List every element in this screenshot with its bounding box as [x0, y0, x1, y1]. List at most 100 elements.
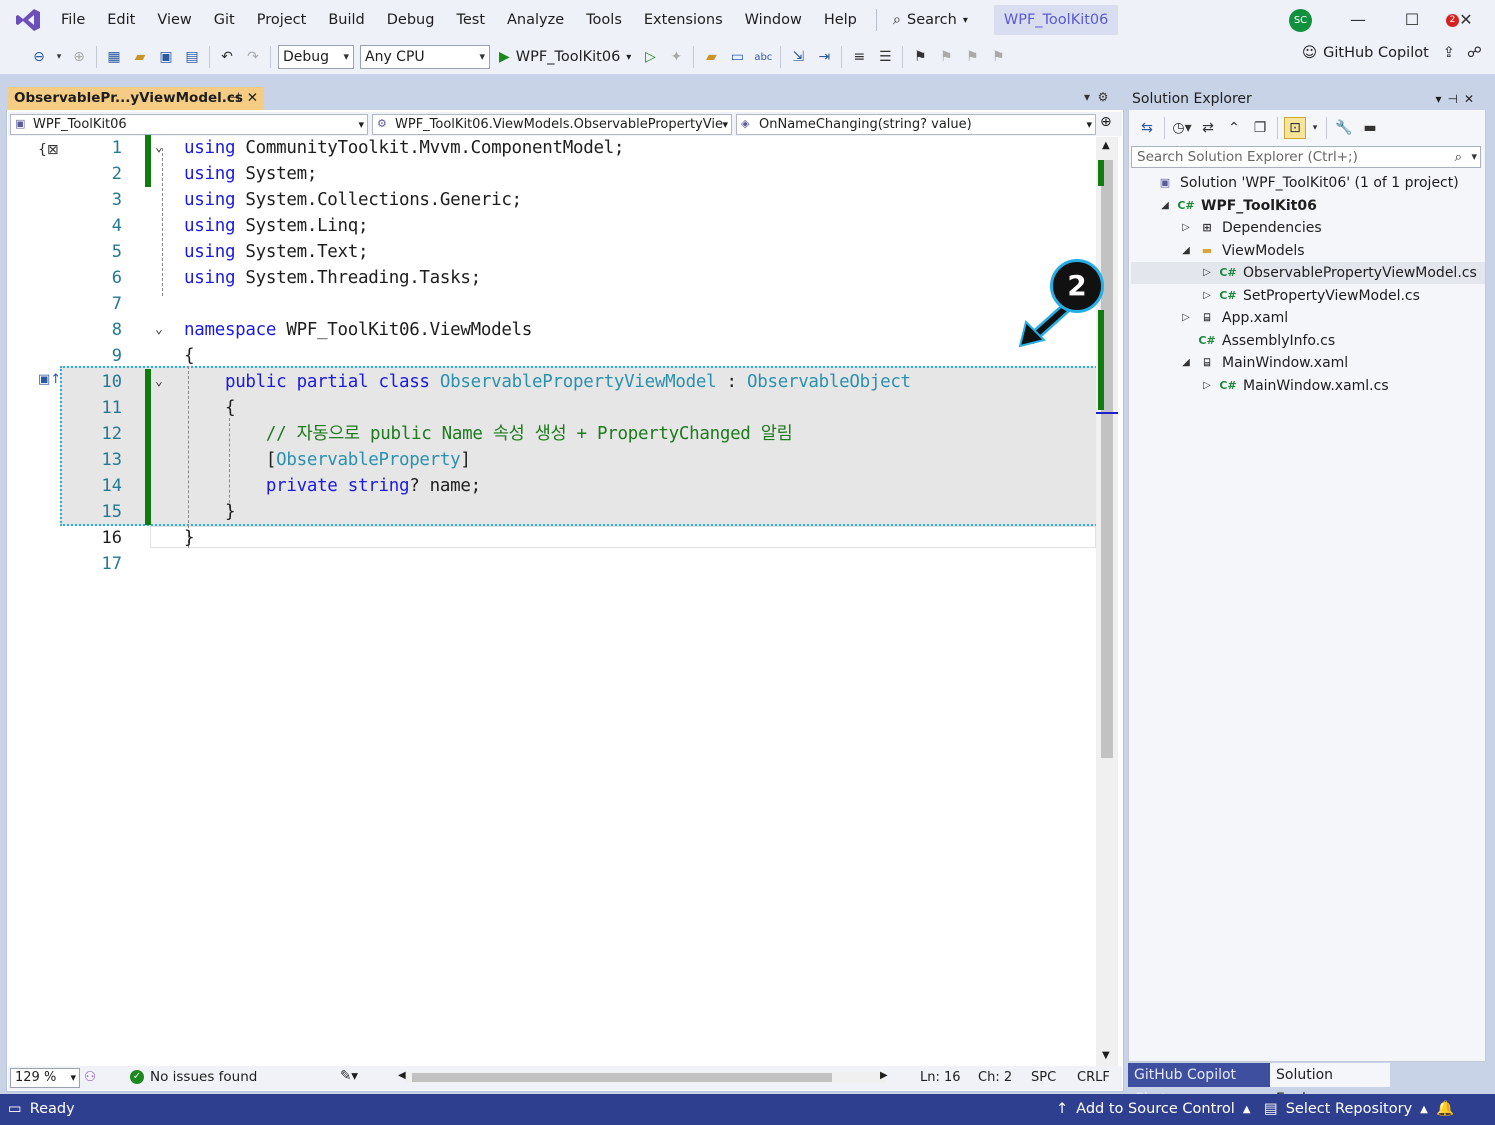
undo-icon[interactable]: ↶ [216, 46, 238, 68]
sync-icon[interactable]: ⇄ [1197, 117, 1219, 139]
prev-bookmark-icon[interactable]: ⚑ [935, 46, 957, 68]
code-line[interactable]: 7 [8, 291, 1098, 317]
menu-build[interactable]: Build [317, 0, 375, 40]
code-line[interactable]: 9{ [8, 343, 1098, 369]
expand-icon[interactable]: ▷ [1201, 375, 1213, 397]
solution-name-badge[interactable]: WPF_ToolKit06 [993, 5, 1119, 35]
code-line[interactable]: 2 using System; [8, 161, 1098, 187]
layout-icon[interactable]: ▭ [726, 46, 748, 68]
clear-bookmarks-icon[interactable]: ⚑ [987, 46, 1009, 68]
code-line[interactable]: 1 ⌄ using CommunityToolkit.Mvvm.ComponentM… [8, 135, 1098, 161]
menu-project[interactable]: Project [246, 0, 318, 40]
start-without-debugging-icon[interactable]: ▷ [639, 46, 661, 68]
code-line[interactable]: 5 using System.Text; [8, 239, 1098, 265]
tree-item[interactable]: ◢ C# WPF_ToolKit06 [1159, 195, 1317, 217]
maximize-button[interactable]: ☐ [1400, 8, 1424, 32]
collapse-all-icon[interactable]: ⌃ [1223, 117, 1245, 139]
column-indicator[interactable]: Ch: 2 [978, 1070, 1012, 1085]
close-icon[interactable]: ✕ [247, 87, 258, 110]
select-repository-button[interactable]: ▤ Select Repository ▲ [1264, 1094, 1428, 1125]
comment-lines-icon[interactable]: ≡ [848, 46, 870, 68]
feedback-icon[interactable]: ☍ [1467, 45, 1482, 61]
code-line[interactable]: 13 [ObservableProperty] [8, 447, 1098, 473]
collapse-icon[interactable]: ◢ [1180, 352, 1192, 374]
notifications-button[interactable]: 🔔 [1436, 1094, 1454, 1125]
tree-item[interactable]: ▷ C# ObservablePropertyViewModel.cs [1201, 262, 1477, 284]
hot-reload-icon[interactable]: ✦ [665, 46, 687, 68]
scroll-up-icon[interactable]: ▲ [1102, 140, 1110, 151]
tree-item[interactable]: ▣ Solution 'WPF_ToolKit06' (1 of 1 projec… [1138, 172, 1459, 194]
visual-studio-logo-icon[interactable] [14, 6, 42, 34]
open-folder-icon[interactable]: ▰ [129, 46, 151, 68]
tree-item[interactable]: ▷ ⊞ Dependencies [1180, 217, 1322, 239]
tree-item[interactable]: ◢ ▬ ViewModels [1180, 240, 1304, 262]
fold-toggle-icon[interactable]: ⌄ [155, 135, 163, 161]
chevron-down-icon[interactable]: ▾ [1471, 147, 1477, 167]
tab-github-copilot-chat[interactable]: GitHub Copilot Chat [1128, 1063, 1270, 1107]
code-line[interactable]: 6 using System.Threading.Tasks; [8, 265, 1098, 291]
menu-tools[interactable]: Tools [575, 0, 633, 40]
back-icon[interactable]: ⊖ [28, 46, 50, 68]
intellicode-icon[interactable]: ⚇ [84, 1069, 96, 1085]
forward-icon[interactable]: ⊕ [68, 46, 90, 68]
expand-icon[interactable]: ▷ [1201, 285, 1213, 307]
solution-folder-icon[interactable]: ▰ [700, 46, 722, 68]
line-number-indicator[interactable]: Ln: 16 [920, 1070, 961, 1085]
add-to-source-control-button[interactable]: ↑ Add to Source Control ▲ [1056, 1094, 1251, 1125]
tab-overflow-controls[interactable]: ▾ ⚙ [1084, 90, 1108, 104]
whitespace-indicator[interactable]: SPC [1031, 1070, 1056, 1085]
new-project-icon[interactable]: ▦ [103, 46, 125, 68]
pin-icon[interactable]: ⊣ [228, 87, 240, 110]
code-line[interactable]: 8 ⌄ namespace WPF_ToolKit06.ViewModels [8, 317, 1098, 343]
tab-observable-property-viewmodel[interactable]: ObservablePr...yViewModel.cs ⊣ ✕ [8, 87, 264, 110]
panel-controls[interactable]: ▾⊣✕ [1435, 88, 1480, 110]
menu-help[interactable]: Help [813, 0, 868, 40]
platform-dropdown[interactable]: Any CPU [360, 45, 490, 69]
menu-analyze[interactable]: Analyze [496, 0, 575, 40]
redo-icon[interactable]: ↷ [242, 46, 264, 68]
save-all-icon[interactable]: ▤ [181, 46, 203, 68]
github-copilot-button[interactable]: ☺ GitHub Copilot ⇪ ☍ [1302, 45, 1482, 61]
expand-icon[interactable]: ▷ [1180, 307, 1192, 329]
fold-toggle-icon[interactable]: ⌄ [155, 369, 163, 395]
next-bookmark-icon[interactable]: ⚑ [961, 46, 983, 68]
step-into-icon[interactable]: ⇲ [787, 46, 809, 68]
collapse-icon[interactable]: ◢ [1180, 240, 1192, 262]
switch-views-icon[interactable]: ⇆ [1136, 117, 1158, 139]
code-line[interactable]: 3 using System.Collections.Generic; [8, 187, 1098, 213]
pending-changes-icon[interactable]: ◷▾ [1171, 117, 1193, 139]
horizontal-scroll-thumb[interactable] [412, 1073, 832, 1082]
split-editor-icon[interactable]: ⊕ [1100, 114, 1112, 130]
bookmark-icon[interactable]: ⚑ [909, 46, 931, 68]
solution-explorer-search-input[interactable]: Search Solution Explorer (Ctrl+;) ⌕ ▾ [1131, 146, 1481, 168]
more-icon[interactable]: ▬ [1359, 117, 1381, 139]
chevron-down-icon[interactable]: ▾ [1310, 117, 1320, 139]
menu-view[interactable]: View [146, 0, 202, 40]
code-line[interactable]: 11 { [8, 395, 1098, 421]
menu-debug[interactable]: Debug [376, 0, 446, 40]
code-line[interactable]: 12 // 자동으로 public Name 속성 생성 + PropertyC… [8, 421, 1098, 447]
menu-file[interactable]: File [50, 0, 96, 40]
save-icon[interactable]: ▣ [155, 46, 177, 68]
scroll-right-icon[interactable]: ▶ [880, 1070, 888, 1081]
share-icon[interactable]: ⇪ [1443, 45, 1455, 61]
code-line[interactable]: 17 [8, 551, 1098, 577]
tree-item[interactable]: ▷ C# SetPropertyViewModel.cs [1201, 285, 1420, 307]
collapse-icon[interactable]: ◢ [1159, 195, 1171, 217]
vertical-scroll-thumb[interactable] [1101, 160, 1113, 758]
code-line[interactable]: 15 } [8, 499, 1098, 525]
fold-toggle-icon[interactable]: ⌄ [155, 317, 163, 343]
minimize-button[interactable]: — [1346, 8, 1370, 32]
uncomment-lines-icon[interactable]: ☰ [874, 46, 896, 68]
tree-item[interactable]: ▷ C# MainWindow.xaml.cs [1201, 375, 1388, 397]
project-dropdown[interactable]: ▣ WPF_ToolKit06 [10, 114, 368, 135]
menu-extensions[interactable]: Extensions [633, 0, 734, 40]
properties-icon[interactable]: 🔧 [1333, 117, 1355, 139]
member-dropdown[interactable]: ◈ OnNameChanging(string? value) [736, 114, 1096, 135]
show-all-files-icon[interactable]: ❐ [1249, 117, 1271, 139]
menu-edit[interactable]: Edit [96, 0, 146, 40]
type-dropdown[interactable]: ⚙ WPF_ToolKit06.ViewModels.ObservablePro… [372, 114, 732, 135]
search-button[interactable]: ⌕ Search ▾ [885, 12, 976, 28]
configuration-dropdown[interactable]: Debug [278, 45, 354, 69]
expand-icon[interactable]: ▷ [1201, 262, 1213, 284]
